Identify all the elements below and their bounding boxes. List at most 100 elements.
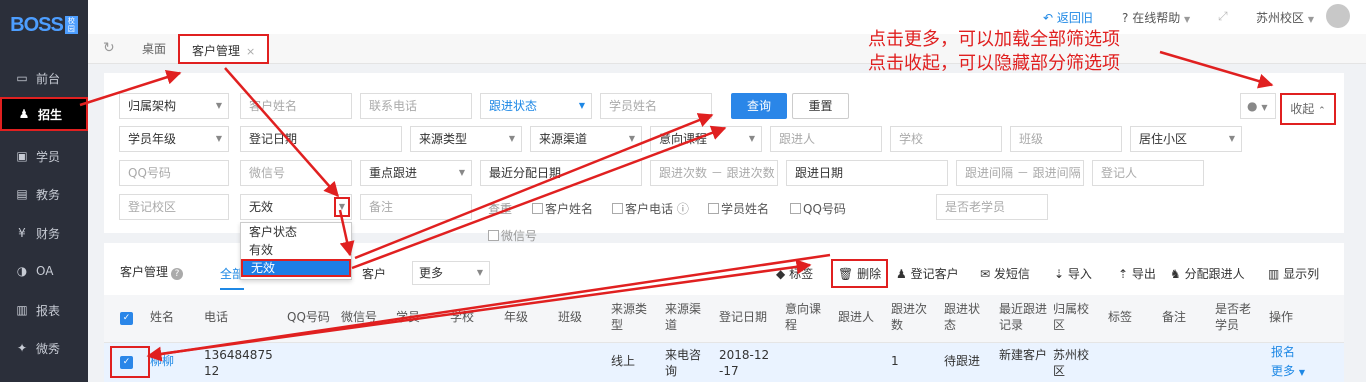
validity-select[interactable]: 无效 ▼ xyxy=(240,194,352,220)
th-follow-count[interactable]: 跟进次数 xyxy=(891,301,931,333)
app-logo[interactable]: BOSS 校园 xyxy=(0,0,88,50)
th-student[interactable]: 学员 xyxy=(396,309,420,325)
reset-button[interactable]: 重置 xyxy=(792,93,849,119)
th-tags[interactable]: 标签 xyxy=(1108,309,1132,325)
source-channel-select[interactable]: 来源渠道 ▼ xyxy=(530,126,642,152)
online-help-menu[interactable]: ? 在线帮助 ▼ xyxy=(1122,9,1190,26)
sidebar-item-students[interactable]: ▣ 学员 xyxy=(0,137,88,175)
school-selector[interactable]: 苏州校区 ▼ xyxy=(1256,9,1314,26)
checkbox[interactable] xyxy=(488,230,499,241)
th-remark[interactable]: 备注 xyxy=(1162,309,1186,325)
th-last-record[interactable]: 最近跟进记录 xyxy=(999,301,1047,333)
tab-home[interactable]: 桌面 xyxy=(130,34,178,64)
checkbox[interactable] xyxy=(612,203,623,214)
th-phone[interactable]: 电话 xyxy=(204,309,228,325)
chk-customer-phone[interactable]: 客户电话 ⓘ xyxy=(612,200,689,217)
th-grade[interactable]: 年级 xyxy=(504,309,528,325)
collapse-button[interactable]: 收起 ⌃ xyxy=(1280,93,1336,125)
last-assign-date-input[interactable]: 最近分配日期 xyxy=(480,160,642,186)
customer-name-link[interactable]: 柳柳 xyxy=(150,353,174,369)
return-old-link[interactable]: ↶ 返回旧 xyxy=(1043,9,1093,26)
sidebar-item-academic[interactable]: ▤ 教务 xyxy=(0,175,88,213)
columns-button[interactable]: ▥ 显示列 xyxy=(1268,265,1319,282)
student-name-input[interactable]: 学员姓名 xyxy=(600,93,712,119)
chk-student-name[interactable]: 学员姓名 xyxy=(708,200,769,217)
sidebar-item-finance[interactable]: ¥ 财务 xyxy=(0,214,88,252)
th-follow-status[interactable]: 跟进状态 xyxy=(944,301,984,333)
key-follow-select[interactable]: 重点跟进 ▼ xyxy=(360,160,472,186)
close-icon[interactable]: × xyxy=(246,45,255,58)
checkbox[interactable] xyxy=(790,203,801,214)
query-button[interactable]: 查询 xyxy=(731,93,787,119)
grade-select[interactable]: 学员年级 ▼ xyxy=(119,126,229,152)
refresh-icon[interactable]: ↻ xyxy=(103,40,115,56)
follow-date-input[interactable]: 跟进日期 xyxy=(786,160,948,186)
th-school[interactable]: 学校 xyxy=(450,309,474,325)
table-row[interactable]: ✓ 柳柳 13648487512 线上 来电咨询 2018-12-17 1 待跟… xyxy=(104,343,1344,382)
more-select[interactable]: 更多 ▼ xyxy=(412,261,490,285)
th-wechat[interactable]: 微信号 xyxy=(341,309,377,325)
reg-date-input[interactable]: 登记日期 xyxy=(240,126,402,152)
help-icon[interactable]: ? xyxy=(171,268,184,280)
more-actions-link[interactable]: 更多 ▼ xyxy=(1271,363,1305,381)
send-sms-button[interactable]: ✉ 发短信 xyxy=(980,265,1030,282)
th-source-type[interactable]: 来源类型 xyxy=(611,301,651,333)
phone-input[interactable]: 联系电话 xyxy=(360,93,472,119)
delete-button[interactable]: 🗑 删除 xyxy=(831,259,889,288)
customer-name-input[interactable]: 客户姓名 xyxy=(240,93,352,119)
registrar-input[interactable]: 登记人 xyxy=(1092,160,1204,186)
export-button[interactable]: ⇡ 导出 xyxy=(1118,265,1156,282)
enroll-link[interactable]: 报名 xyxy=(1271,344,1295,360)
th-source-channel[interactable]: 来源渠道 xyxy=(665,301,705,333)
th-follower[interactable]: 跟进人 xyxy=(838,309,874,325)
th-intent-course[interactable]: 意向课程 xyxy=(785,301,825,333)
sidebar-item-frontdesk[interactable]: ▭ 前台 xyxy=(0,59,88,97)
dropdown-option[interactable]: 客户状态 xyxy=(241,223,351,241)
follower-input[interactable]: 跟进人 xyxy=(770,126,882,152)
th-class[interactable]: 班级 xyxy=(558,309,582,325)
follow-status-select[interactable]: 跟进状态 ▼ xyxy=(480,93,592,119)
sidebar-item-reports[interactable]: ▥ 报表 xyxy=(0,291,88,329)
tag-button[interactable]: ◆ 标签 xyxy=(776,265,813,282)
reg-campus-input[interactable]: 登记校区 xyxy=(119,194,229,220)
th-qq[interactable]: QQ号码 xyxy=(287,309,330,325)
follow-count-range[interactable]: 跟进次数 － 跟进次数 xyxy=(650,160,778,186)
checkbox[interactable] xyxy=(532,203,543,214)
wechat-input[interactable]: 微信号 xyxy=(240,160,352,186)
sidebar-item-oa[interactable]: ◑ OA xyxy=(0,252,88,290)
chk-wechat[interactable]: 微信号 xyxy=(488,227,537,244)
tag-filter-select[interactable]: ● ▼ xyxy=(1240,93,1276,119)
checkbox[interactable] xyxy=(708,203,719,214)
assign-follower-button[interactable]: ♞ 分配跟进人 xyxy=(1170,265,1245,282)
intent-course-select[interactable]: 意向课程 ▼ xyxy=(650,126,762,152)
import-button[interactable]: ⇣ 导入 xyxy=(1054,265,1092,282)
owner-org-select[interactable]: 归属架构 ▼ xyxy=(119,93,229,119)
select-all-checkbox[interactable]: ✓ xyxy=(120,312,133,325)
remark-input[interactable]: 备注 xyxy=(360,194,472,220)
register-customer-button[interactable]: ♟ 登记客户 xyxy=(896,265,959,282)
row-checkbox[interactable]: ✓ xyxy=(120,356,133,369)
sidebar-item-weixiu[interactable]: ✦ 微秀 xyxy=(0,329,88,367)
th-reg-date[interactable]: 登记日期 xyxy=(719,309,767,325)
qq-input[interactable]: QQ号码 xyxy=(119,160,229,186)
avatar[interactable] xyxy=(1326,4,1350,28)
chk-customer-name[interactable]: 客户姓名 xyxy=(532,200,593,217)
chevron-down-icon[interactable]: ▼ xyxy=(333,197,350,217)
source-type-select[interactable]: 来源类型 ▼ xyxy=(410,126,522,152)
message-icon: ✉ xyxy=(980,267,991,281)
community-select[interactable]: 居住小区 ▼ xyxy=(1130,126,1242,152)
fullscreen-icon[interactable]: ⤢ xyxy=(1218,9,1228,24)
tab-customer[interactable]: 客户 xyxy=(362,265,386,282)
old-student-select[interactable]: 是否老学员 xyxy=(936,194,1048,220)
chk-qq[interactable]: QQ号码 xyxy=(790,200,846,217)
th-campus[interactable]: 归属校区 xyxy=(1053,301,1093,333)
tab-customer-management[interactable]: 客户管理 × xyxy=(178,34,270,64)
th-old-student[interactable]: 是否老学员 xyxy=(1215,301,1255,333)
dropdown-option-selected[interactable]: 无效 xyxy=(241,259,351,277)
school-input[interactable]: 学校 xyxy=(890,126,1002,152)
follow-interval-range[interactable]: 跟进间隔 － 跟进间隔 xyxy=(956,160,1084,186)
th-name[interactable]: 姓名 xyxy=(150,309,174,325)
class-input[interactable]: 班级 xyxy=(1010,126,1122,152)
sidebar-item-enrollment[interactable]: ♟ 招生 xyxy=(0,97,88,131)
dropdown-option[interactable]: 有效 xyxy=(241,241,351,259)
